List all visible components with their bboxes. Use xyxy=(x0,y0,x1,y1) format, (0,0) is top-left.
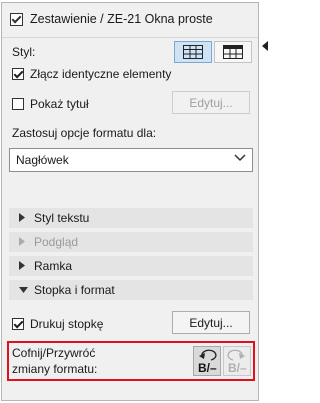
section-footer-format[interactable]: Stopka i format xyxy=(9,280,253,300)
merge-identical-checkbox[interactable] xyxy=(12,68,24,80)
redo-format-button[interactable]: B/– xyxy=(223,346,251,376)
undo-format-button[interactable]: B/– xyxy=(193,346,221,376)
expand-right-icon xyxy=(19,213,25,222)
format-target-select[interactable]: Nagłówek xyxy=(9,148,253,172)
edit-footer-button[interactable]: Edytuj... xyxy=(172,311,250,334)
edit-title-button[interactable]: Edytuj... xyxy=(172,91,250,114)
style-label: Styl: xyxy=(12,45,36,59)
svg-text:B/–: B/– xyxy=(228,361,247,374)
grid-layout-icon-b xyxy=(223,45,243,59)
undo-redo-label-line1: Cofnij/Przywróć xyxy=(12,346,96,360)
titlebar-checkbox-icon[interactable] xyxy=(10,13,23,26)
section-frame[interactable]: Ramka xyxy=(9,256,253,276)
print-footer-checkbox[interactable] xyxy=(12,318,24,330)
section-text-style[interactable]: Styl tekstu xyxy=(9,208,253,228)
panel-title: Zestawienie / ZE-21 Okna proste xyxy=(30,12,213,26)
section-footer-format-label: Stopka i format xyxy=(34,283,115,297)
panel-titlebar: Zestawienie / ZE-21 Okna proste xyxy=(2,3,258,38)
format-target-value: Nagłówek xyxy=(16,153,69,167)
style-option-grid-b[interactable] xyxy=(214,41,252,63)
section-frame-label: Ramka xyxy=(34,259,73,273)
undo-redo-format-group: Cofnij/Przywróć zmiany formatu: B/– B/– xyxy=(7,341,255,381)
grid-layout-icon-a xyxy=(183,45,203,59)
section-preview: Podgląd xyxy=(9,232,253,252)
show-title-label: Pokaż tytuł xyxy=(30,97,89,111)
apply-format-label: Zastosuj opcje formatu dla: xyxy=(12,126,157,140)
redo-format-icon: B/– xyxy=(227,349,247,374)
svg-text:B/–: B/– xyxy=(198,361,217,374)
merge-identical-label: Złącz identyczne elementy xyxy=(30,67,172,81)
expand-right-icon xyxy=(19,237,25,246)
collapse-panel-arrow-icon[interactable] xyxy=(262,40,268,54)
section-preview-label: Podgląd xyxy=(34,235,79,249)
format-panel: Zestawienie / ZE-21 Okna proste Styl: Zł… xyxy=(1,2,259,401)
expand-right-icon xyxy=(19,261,25,270)
undo-redo-label-line2: zmiany formatu: xyxy=(12,362,98,376)
undo-format-icon: B/– xyxy=(198,349,217,374)
show-title-checkbox[interactable] xyxy=(12,98,24,110)
print-footer-label: Drukuj stopkę xyxy=(30,317,104,331)
chevron-down-icon xyxy=(234,154,246,162)
section-text-style-label: Styl tekstu xyxy=(34,211,90,225)
style-option-grid-a[interactable] xyxy=(174,41,212,63)
expand-down-icon xyxy=(19,287,28,293)
